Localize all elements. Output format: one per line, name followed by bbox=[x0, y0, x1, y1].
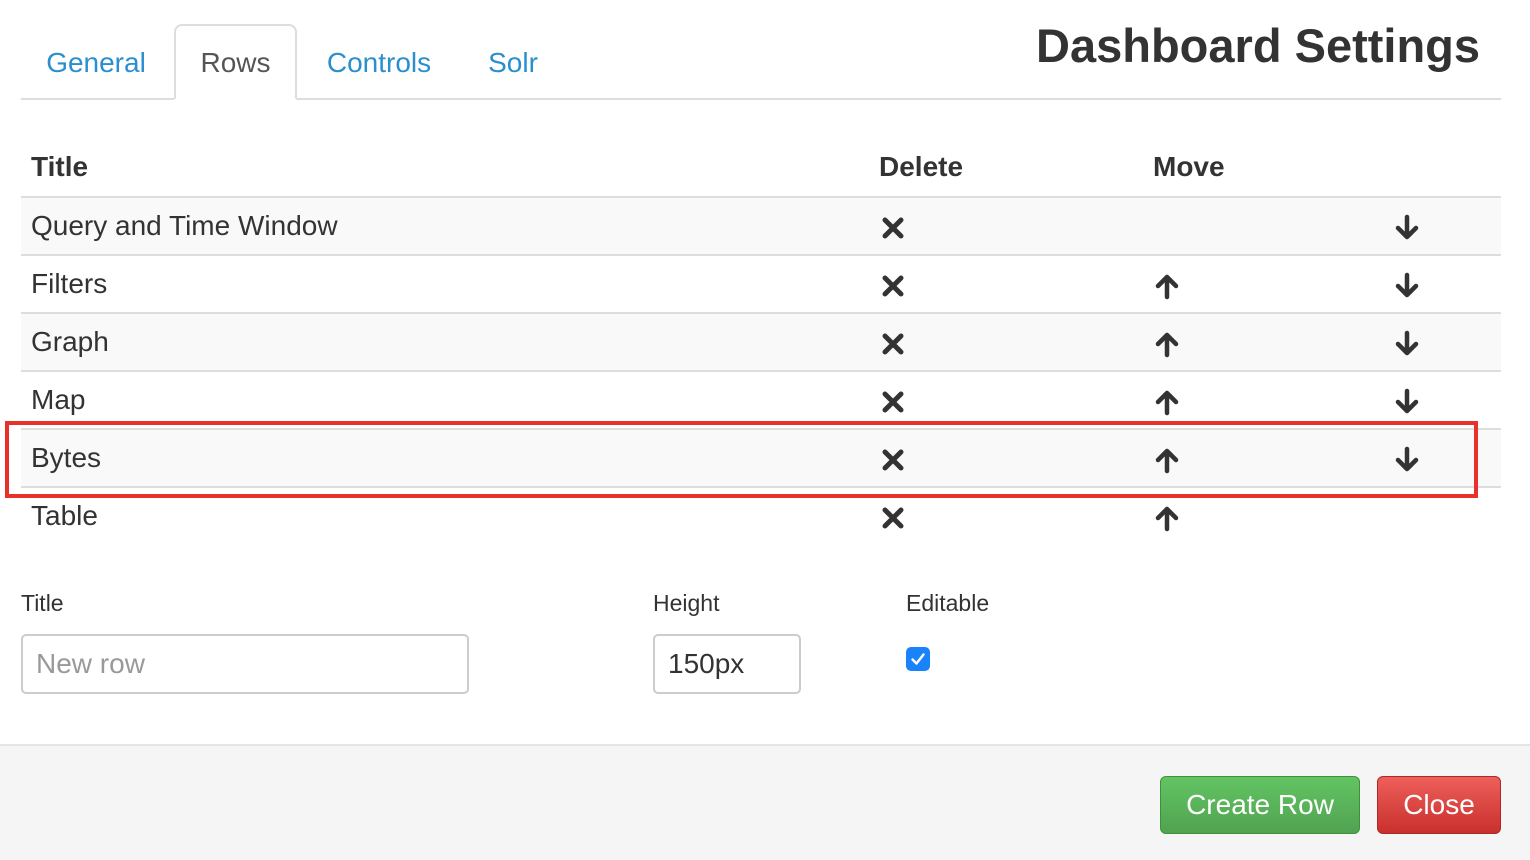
new-row-title-input[interactable] bbox=[21, 634, 469, 694]
row-height-input[interactable] bbox=[653, 634, 801, 694]
row-move-down-cell bbox=[1383, 312, 1501, 371]
title-field-label: Title bbox=[21, 590, 64, 616]
editable-checkbox[interactable] bbox=[906, 647, 930, 671]
times-icon[interactable] bbox=[879, 388, 907, 416]
row-move-up-cell bbox=[1143, 312, 1383, 371]
row-move-down-cell bbox=[1383, 428, 1501, 487]
column-header-title: Title bbox=[21, 138, 869, 198]
create-row-button[interactable]: Create Row bbox=[1160, 776, 1360, 834]
row-move-down-cell bbox=[1383, 486, 1501, 544]
times-icon[interactable] bbox=[879, 446, 907, 474]
arrow-up-icon[interactable] bbox=[1153, 446, 1181, 474]
arrow-down-icon[interactable] bbox=[1393, 330, 1421, 358]
tab-solr[interactable]: Solr bbox=[471, 24, 555, 100]
row-title: Query and Time Window bbox=[21, 196, 869, 255]
row-delete-cell bbox=[869, 428, 1143, 487]
row-move-up-cell bbox=[1143, 486, 1383, 544]
arrow-up-icon[interactable] bbox=[1153, 330, 1181, 358]
row-move-down-cell bbox=[1383, 370, 1501, 429]
column-header-move: Move bbox=[1143, 138, 1383, 198]
arrow-down-icon[interactable] bbox=[1393, 388, 1421, 416]
close-button[interactable]: Close bbox=[1377, 776, 1501, 834]
table-row: Map bbox=[21, 370, 1501, 429]
table-row: Table bbox=[21, 486, 1501, 544]
row-delete-cell bbox=[869, 486, 1143, 544]
editable-field-label: Editable bbox=[906, 590, 990, 616]
tab-rows[interactable]: Rows bbox=[174, 24, 297, 100]
times-icon[interactable] bbox=[879, 330, 907, 358]
table-header-row: Title Delete Move bbox=[21, 138, 1501, 198]
arrow-up-icon[interactable] bbox=[1153, 504, 1181, 532]
row-move-up-cell bbox=[1143, 196, 1383, 255]
row-move-up-cell bbox=[1143, 428, 1383, 487]
arrow-down-icon[interactable] bbox=[1393, 446, 1421, 474]
arrow-down-icon[interactable] bbox=[1393, 272, 1421, 300]
table-row: Graph bbox=[21, 312, 1501, 371]
row-title: Bytes bbox=[21, 428, 869, 487]
column-header-move-down bbox=[1383, 138, 1501, 198]
row-title: Map bbox=[21, 370, 869, 429]
modal-footer: Create Row Close bbox=[0, 744, 1530, 860]
row-delete-cell bbox=[869, 196, 1143, 255]
arrow-down-icon[interactable] bbox=[1393, 214, 1421, 242]
row-delete-cell bbox=[869, 312, 1143, 371]
height-field-label: Height bbox=[653, 590, 720, 616]
times-icon[interactable] bbox=[879, 272, 907, 300]
row-title: Table bbox=[21, 486, 869, 544]
tab-general[interactable]: General bbox=[21, 24, 171, 100]
checkmark-icon bbox=[911, 653, 925, 665]
row-delete-cell bbox=[869, 370, 1143, 429]
tab-controls[interactable]: Controls bbox=[311, 24, 447, 100]
table-row: Filters bbox=[21, 254, 1501, 313]
times-icon[interactable] bbox=[879, 214, 907, 242]
arrow-up-icon[interactable] bbox=[1153, 272, 1181, 300]
row-move-down-cell bbox=[1383, 254, 1501, 313]
row-delete-cell bbox=[869, 254, 1143, 313]
column-header-delete: Delete bbox=[869, 138, 1143, 198]
row-move-up-cell bbox=[1143, 254, 1383, 313]
times-icon[interactable] bbox=[879, 504, 907, 532]
arrow-up-icon[interactable] bbox=[1153, 388, 1181, 416]
page-title: Dashboard Settings bbox=[1036, 19, 1480, 72]
row-title: Filters bbox=[21, 254, 869, 313]
row-move-up-cell bbox=[1143, 370, 1383, 429]
rows-table: Title Delete Move Query and Time Window … bbox=[21, 138, 1501, 544]
table-row-highlighted: Bytes bbox=[21, 428, 1501, 487]
row-title: Graph bbox=[21, 312, 869, 371]
row-move-down-cell bbox=[1383, 196, 1501, 255]
table-row: Query and Time Window bbox=[21, 196, 1501, 255]
